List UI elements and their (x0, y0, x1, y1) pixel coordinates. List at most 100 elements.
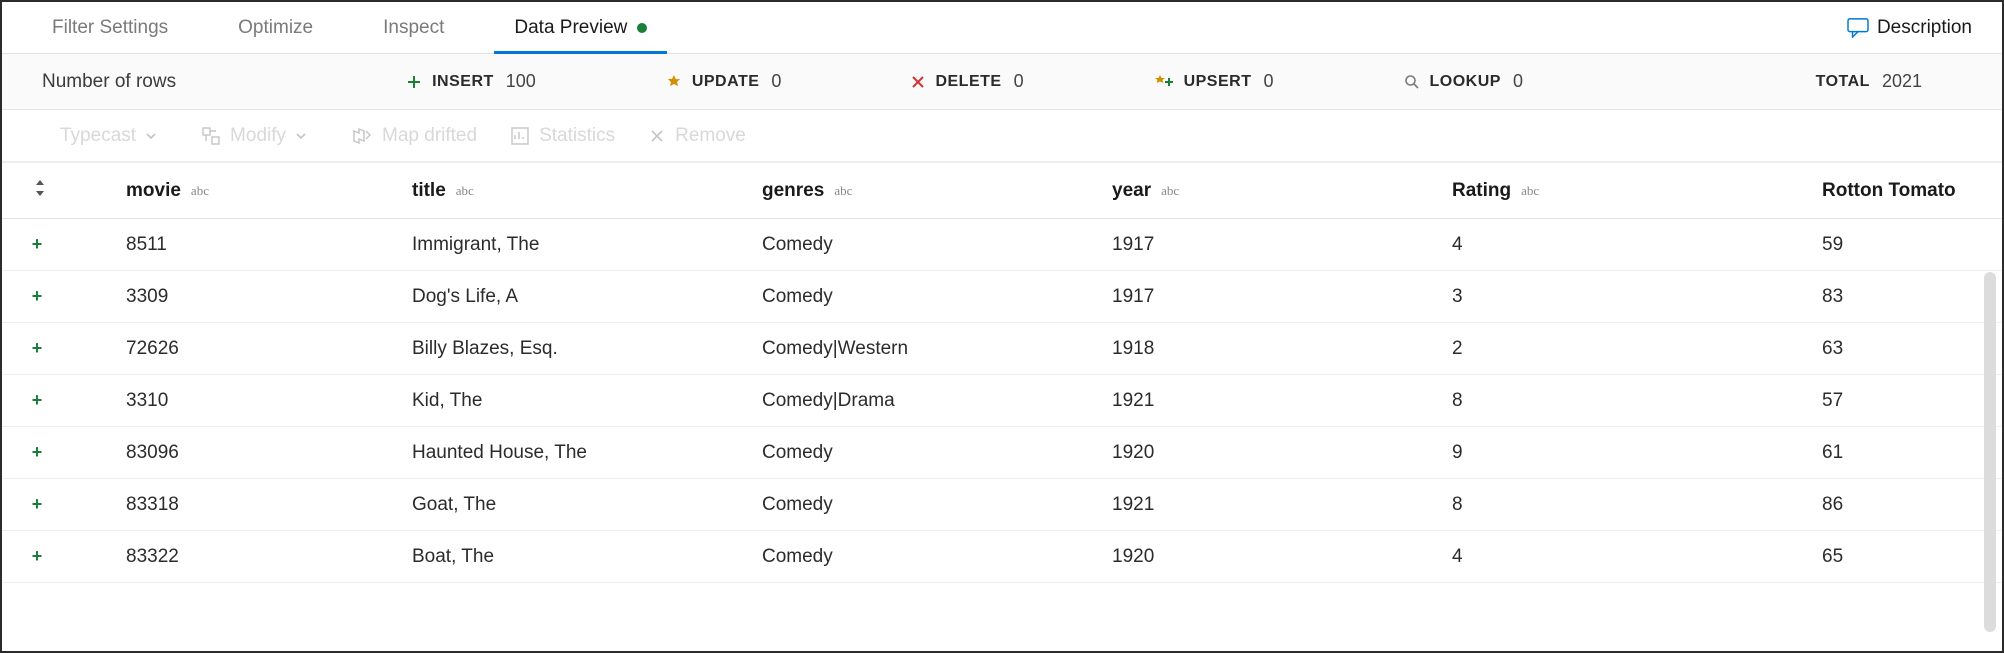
table-row[interactable]: +3310Kid, TheComedy|Drama1921857 (2, 375, 2002, 427)
row-mark: + (2, 427, 72, 479)
map-drifted-button[interactable]: Map drifted (352, 125, 477, 147)
table-row[interactable]: +83318Goat, TheComedy1921886 (2, 479, 2002, 531)
sort-icon (28, 180, 52, 199)
tab-filter-settings[interactable]: Filter Settings (32, 2, 188, 53)
modify-button[interactable]: Modify (202, 125, 318, 147)
column-header-movie[interactable]: movieabc (72, 163, 412, 219)
description-button[interactable]: Description (1847, 17, 1972, 39)
data-table: movieabc titleabc genresabc yearabc Rati… (2, 162, 2002, 583)
cell-rating: 8 (1452, 479, 1822, 531)
cell-year: 1920 (1112, 427, 1452, 479)
description-label: Description (1877, 17, 1972, 39)
cell-rt: 63 (1822, 323, 2002, 375)
remove-button[interactable]: Remove (649, 125, 746, 147)
stat-insert: INSERT 100 (406, 71, 536, 92)
stat-lookup: LOOKUP 0 (1404, 71, 1523, 92)
cell-movie: 83318 (72, 479, 412, 531)
cell-rt: 59 (1822, 219, 2002, 271)
table-header-row: movieabc titleabc genresabc yearabc Rati… (2, 163, 2002, 219)
stat-delete: DELETE 0 (911, 71, 1023, 92)
column-name: genres (762, 180, 824, 202)
cell-year: 1917 (1112, 219, 1452, 271)
update-icon (666, 74, 682, 90)
stat-value: 0 (1263, 71, 1273, 92)
table-row[interactable]: +72626Billy Blazes, Esq.Comedy|Western19… (2, 323, 2002, 375)
cell-movie: 72626 (72, 323, 412, 375)
cell-movie: 3309 (72, 271, 412, 323)
cell-genres: Comedy (762, 531, 1112, 583)
column-header-year[interactable]: yearabc (1112, 163, 1452, 219)
cell-year: 1921 (1112, 375, 1452, 427)
toolbar-label: Typecast (60, 125, 136, 147)
row-mark: + (2, 531, 72, 583)
cell-rt: 83 (1822, 271, 2002, 323)
cell-title: Goat, The (412, 479, 762, 531)
cell-rating: 8 (1452, 375, 1822, 427)
stat-value: 0 (1014, 71, 1024, 92)
cell-movie: 3310 (72, 375, 412, 427)
insert-mark-icon: + (32, 338, 43, 358)
row-mark: + (2, 323, 72, 375)
insert-mark-icon: + (32, 546, 43, 566)
chevron-down-icon (144, 129, 158, 143)
delete-icon (911, 75, 925, 89)
cell-rt: 65 (1822, 531, 2002, 583)
cell-title: Billy Blazes, Esq. (412, 323, 762, 375)
cell-title: Dog's Life, A (412, 271, 762, 323)
cell-movie: 83096 (72, 427, 412, 479)
column-name: year (1112, 180, 1151, 202)
tab-optimize[interactable]: Optimize (218, 2, 333, 53)
stat-value: 2021 (1882, 71, 1922, 92)
status-dot-icon (637, 23, 647, 33)
row-mark: + (2, 479, 72, 531)
map-drifted-icon (352, 127, 372, 145)
table-row[interactable]: +3309Dog's Life, AComedy1917383 (2, 271, 2002, 323)
column-header-genres[interactable]: genresabc (762, 163, 1112, 219)
cell-genres: Comedy (762, 479, 1112, 531)
cell-title: Haunted House, The (412, 427, 762, 479)
insert-mark-icon: + (32, 234, 43, 254)
insert-mark-icon: + (32, 390, 43, 410)
sort-column-header[interactable] (2, 163, 72, 219)
cell-rating: 2 (1452, 323, 1822, 375)
app-window: Filter Settings Optimize Inspect Data Pr… (0, 0, 2004, 653)
tab-label: Data Preview (514, 17, 627, 39)
tab-data-preview[interactable]: Data Preview (494, 2, 667, 53)
cell-year: 1918 (1112, 323, 1452, 375)
tab-inspect[interactable]: Inspect (363, 2, 464, 53)
column-header-rating[interactable]: Ratingabc (1452, 163, 1822, 219)
column-header-rotton-tomato[interactable]: Rotton Tomato (1822, 163, 2002, 219)
chevron-down-icon (294, 129, 308, 143)
table-row[interactable]: +8511Immigrant, TheComedy1917459 (2, 219, 2002, 271)
cell-rt: 61 (1822, 427, 2002, 479)
stat-value: 100 (506, 71, 536, 92)
table-row[interactable]: +83096Haunted House, TheComedy1920961 (2, 427, 2002, 479)
toolbar-label: Remove (675, 125, 746, 147)
upsert-icon (1154, 74, 1174, 90)
stats-row: Number of rows INSERT 100 UPDATE 0 DELET… (2, 54, 2002, 110)
toolbar-label: Modify (230, 125, 286, 147)
stat-value: 0 (771, 71, 781, 92)
stat-label: DELETE (935, 73, 1001, 91)
insert-mark-icon: + (32, 442, 43, 462)
cell-genres: Comedy (762, 219, 1112, 271)
toolbar-label: Statistics (539, 125, 615, 147)
cell-rt: 57 (1822, 375, 2002, 427)
tabs-row: Filter Settings Optimize Inspect Data Pr… (2, 2, 2002, 54)
toolbar-label: Map drifted (382, 125, 477, 147)
cell-movie: 8511 (72, 219, 412, 271)
table-row[interactable]: +83322Boat, TheComedy1920465 (2, 531, 2002, 583)
stat-label: UPDATE (692, 73, 760, 91)
cell-rating: 4 (1452, 531, 1822, 583)
stat-label: INSERT (432, 73, 494, 91)
column-header-title[interactable]: titleabc (412, 163, 762, 219)
stat-label: UPSERT (1184, 73, 1252, 91)
lookup-icon (1404, 74, 1420, 90)
column-type: abc (1521, 183, 1539, 198)
cell-title: Boat, The (412, 531, 762, 583)
cell-year: 1917 (1112, 271, 1452, 323)
typecast-button[interactable]: Typecast (60, 125, 168, 147)
statistics-button[interactable]: Statistics (511, 125, 615, 147)
vertical-scrollbar[interactable] (1984, 272, 1996, 632)
insert-mark-icon: + (32, 494, 43, 514)
